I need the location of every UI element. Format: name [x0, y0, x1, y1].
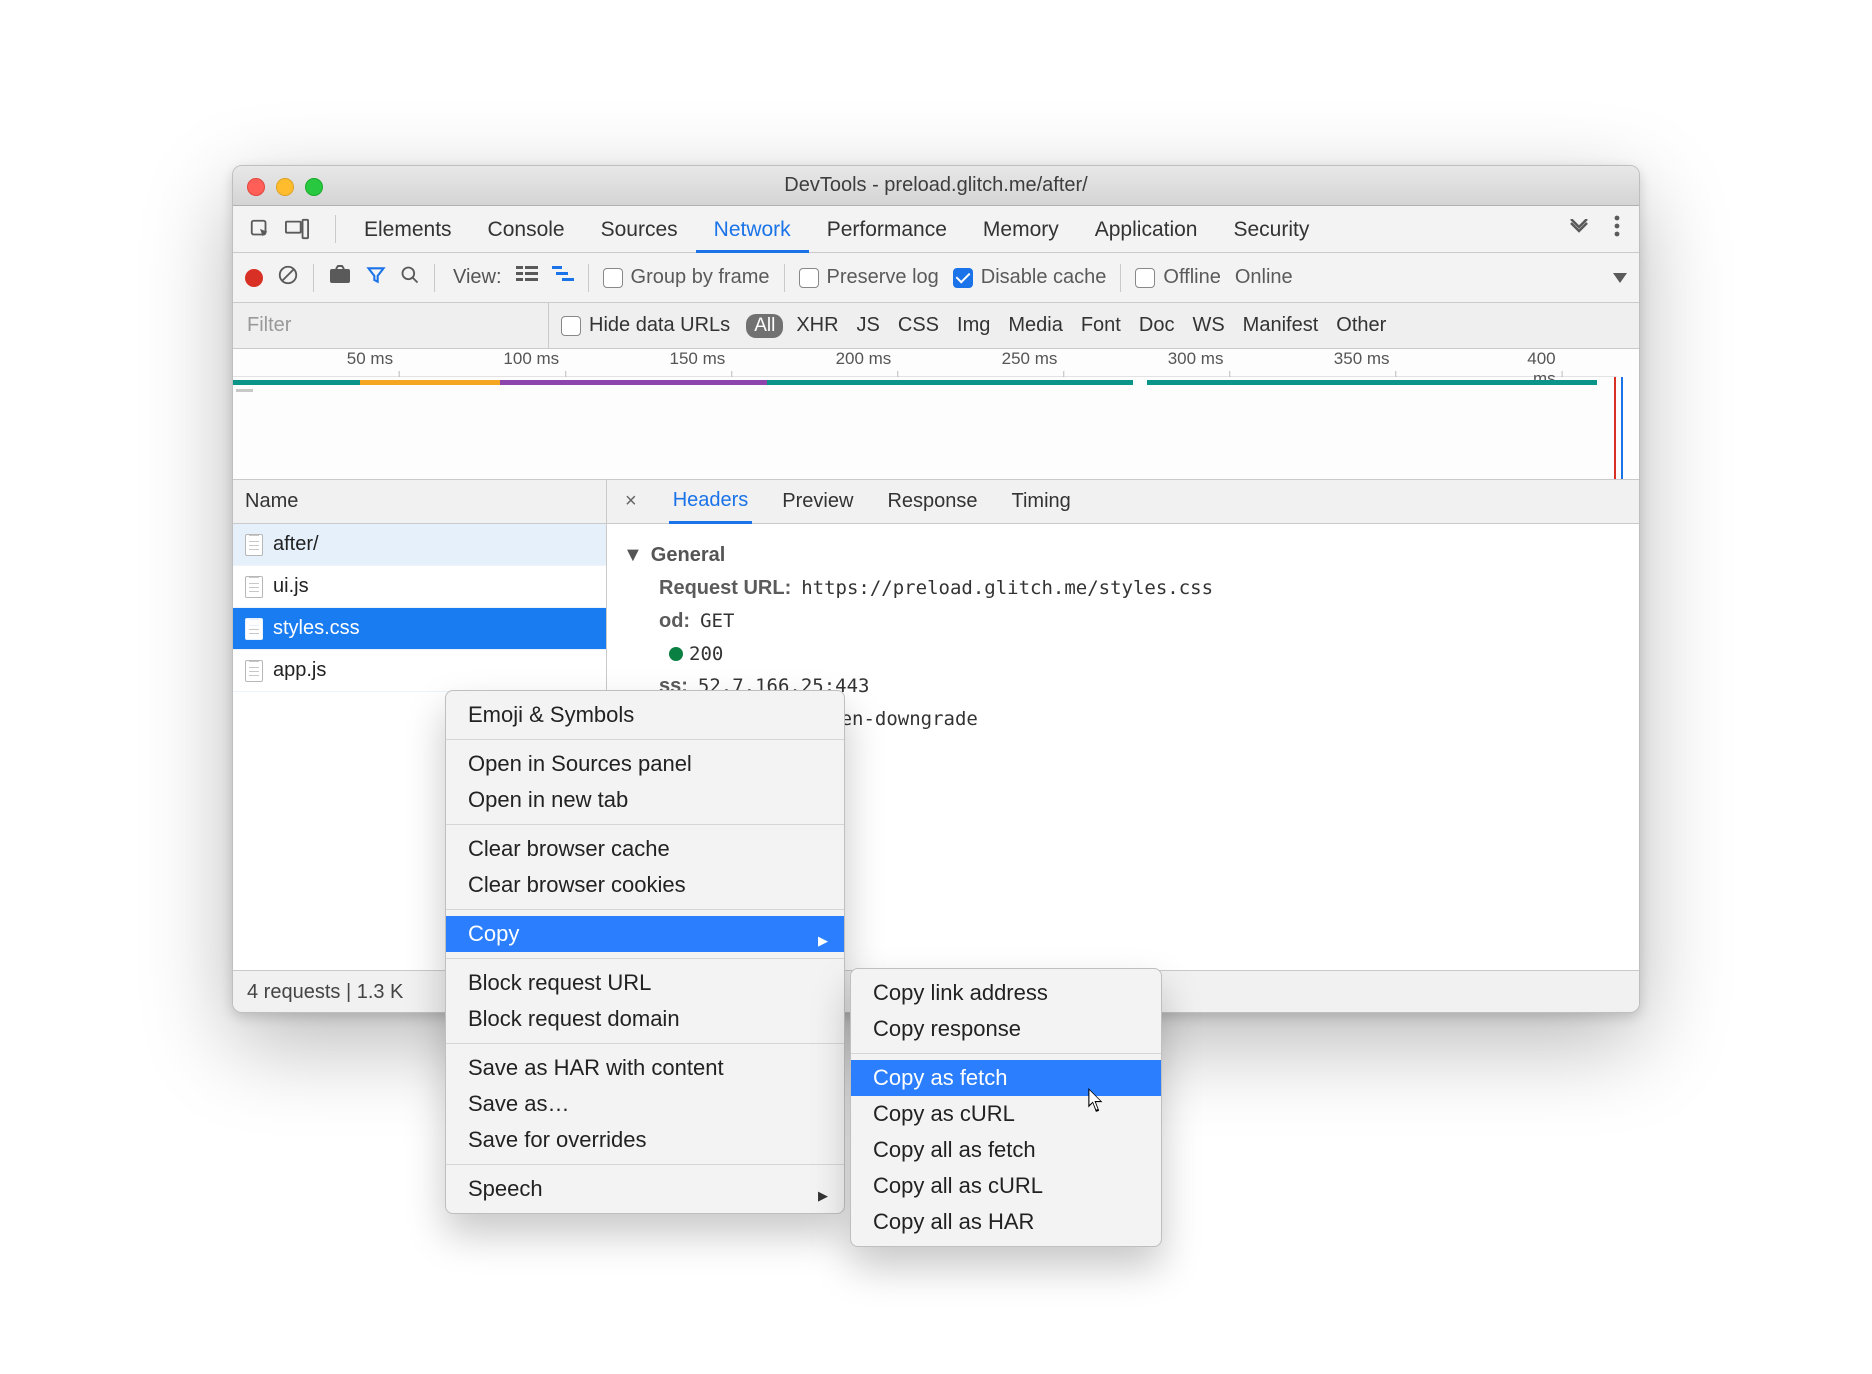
- filter-type-all[interactable]: All: [746, 314, 783, 338]
- menu-block-domain[interactable]: Block request domain: [446, 1001, 844, 1037]
- tick: 150 ms: [669, 349, 731, 377]
- filter-type-media[interactable]: Media: [999, 314, 1071, 337]
- status-code: 200: [659, 643, 1617, 665]
- filter-input[interactable]: [233, 303, 549, 349]
- close-detail-icon[interactable]: ×: [619, 490, 643, 513]
- clear-icon[interactable]: [277, 264, 299, 292]
- menu-clear-cache[interactable]: Clear browser cache: [446, 831, 844, 867]
- menu-copy-all-fetch[interactable]: Copy all as fetch: [851, 1132, 1161, 1168]
- offline-toggle[interactable]: Offline: [1135, 266, 1220, 289]
- copy-submenu: Copy link address Copy response Copy as …: [850, 968, 1162, 1247]
- tab-performance[interactable]: Performance: [809, 206, 965, 253]
- disable-cache[interactable]: Disable cache: [953, 266, 1107, 289]
- tab-sources[interactable]: Sources: [583, 206, 696, 253]
- record-button[interactable]: [245, 269, 263, 287]
- timeline-overview[interactable]: 50 ms 100 ms 150 ms 200 ms 250 ms 300 ms…: [233, 349, 1639, 480]
- large-rows-icon[interactable]: [516, 266, 538, 290]
- menu-copy[interactable]: Copy: [446, 916, 844, 952]
- tick: 300 ms: [1168, 349, 1230, 377]
- filter-type-css[interactable]: CSS: [889, 314, 948, 337]
- name-column-header[interactable]: Name: [233, 480, 606, 524]
- request-method: od:GET: [659, 610, 1617, 633]
- menu-save-har[interactable]: Save as HAR with content: [446, 1050, 844, 1086]
- tick: 50 ms: [347, 349, 399, 377]
- filter-type-ws[interactable]: WS: [1183, 314, 1233, 337]
- request-url: Request URL:https://preload.glitch.me/st…: [659, 577, 1617, 600]
- status-ok-icon: [669, 647, 683, 661]
- filter-bar: Hide data URLs All XHR JS CSS Img Media …: [233, 303, 1639, 349]
- request-row[interactable]: ui.js: [233, 566, 606, 608]
- general-section[interactable]: ▼ General: [623, 544, 1617, 567]
- filter-type-font[interactable]: Font: [1072, 314, 1130, 337]
- preserve-log[interactable]: Preserve log: [799, 266, 939, 289]
- kebab-menu-icon[interactable]: [1613, 215, 1621, 243]
- panel-tabs: Elements Console Sources Network Perform…: [233, 206, 1639, 253]
- filter-type-other[interactable]: Other: [1327, 314, 1395, 337]
- menu-copy-all-har[interactable]: Copy all as HAR: [851, 1204, 1161, 1240]
- filter-type-manifest[interactable]: Manifest: [1234, 314, 1328, 337]
- document-icon: [245, 660, 263, 682]
- document-icon: [245, 534, 263, 556]
- filter-type-xhr[interactable]: XHR: [787, 314, 847, 337]
- menu-copy-response[interactable]: Copy response: [851, 1011, 1161, 1047]
- group-by-frame[interactable]: Group by frame: [603, 266, 770, 289]
- filter-type-doc[interactable]: Doc: [1130, 314, 1184, 337]
- devtools-window: DevTools - preload.glitch.me/after/ Elem…: [232, 165, 1640, 1013]
- request-row[interactable]: styles.css: [233, 608, 606, 650]
- menu-clear-cookies[interactable]: Clear browser cookies: [446, 867, 844, 903]
- tab-memory[interactable]: Memory: [965, 206, 1077, 253]
- menu-block-url[interactable]: Block request URL: [446, 965, 844, 1001]
- filter-type-img[interactable]: Img: [948, 314, 999, 337]
- status-summary: 4 requests | 1.3 K: [247, 981, 403, 1004]
- more-tabs-icon[interactable]: [1567, 218, 1591, 241]
- menu-copy-link[interactable]: Copy link address: [851, 975, 1161, 1011]
- tab-network[interactable]: Network: [696, 206, 809, 253]
- capture-screenshot-icon[interactable]: [328, 265, 352, 291]
- tick: 400 ms: [1506, 349, 1561, 377]
- menu-save-as[interactable]: Save as…: [446, 1086, 844, 1122]
- menu-copy-all-curl[interactable]: Copy all as cURL: [851, 1168, 1161, 1204]
- detail-tabs: × Headers Preview Response Timing: [607, 480, 1639, 524]
- menu-open-in-sources[interactable]: Open in Sources panel: [446, 746, 844, 782]
- document-icon: [245, 618, 263, 640]
- tab-security[interactable]: Security: [1215, 206, 1327, 253]
- throttling-select[interactable]: Online: [1235, 266, 1293, 289]
- cursor-icon: [1088, 1088, 1106, 1114]
- tab-application[interactable]: Application: [1077, 206, 1216, 253]
- window-title: DevTools - preload.glitch.me/after/: [233, 174, 1639, 197]
- tick: 100 ms: [503, 349, 565, 377]
- disclosure-triangle-icon: ▼: [623, 544, 643, 567]
- menu-copy-as-fetch[interactable]: Copy as fetch: [851, 1060, 1161, 1096]
- tick: 200 ms: [836, 349, 898, 377]
- inspect-icon[interactable]: [249, 218, 271, 240]
- tick: 250 ms: [1002, 349, 1064, 377]
- request-row[interactable]: app.js: [233, 650, 606, 692]
- filter-icon[interactable]: [366, 265, 386, 291]
- menu-open-in-new-tab[interactable]: Open in new tab: [446, 782, 844, 818]
- view-label: View:: [453, 266, 502, 289]
- tab-response[interactable]: Response: [883, 480, 981, 524]
- tab-preview[interactable]: Preview: [778, 480, 857, 524]
- context-menu: Emoji & Symbols Open in Sources panel Op…: [445, 690, 845, 1214]
- document-icon: [245, 576, 263, 598]
- menu-emoji-symbols[interactable]: Emoji & Symbols: [446, 697, 844, 733]
- network-split: Name after/ ui.js styles.css app.js × He…: [233, 480, 1639, 970]
- network-toolbar: View: Group by frame Preserve log Disabl…: [233, 253, 1639, 303]
- tab-timing[interactable]: Timing: [1008, 480, 1075, 524]
- waterfall-icon[interactable]: [552, 266, 574, 290]
- tab-elements[interactable]: Elements: [346, 206, 470, 253]
- hide-data-urls[interactable]: Hide data URLs: [549, 314, 742, 337]
- search-icon[interactable]: [400, 265, 420, 291]
- menu-copy-as-curl[interactable]: Copy as cURL: [851, 1096, 1161, 1132]
- device-toolbar-icon[interactable]: [285, 218, 309, 240]
- filter-type-js[interactable]: JS: [848, 314, 889, 337]
- drawer-toggle-icon[interactable]: [1613, 266, 1627, 289]
- titlebar: DevTools - preload.glitch.me/after/: [233, 166, 1639, 206]
- tick: 350 ms: [1334, 349, 1396, 377]
- tab-headers[interactable]: Headers: [669, 480, 753, 524]
- menu-speech[interactable]: Speech: [446, 1171, 844, 1207]
- request-row[interactable]: after/: [233, 524, 606, 566]
- tab-console[interactable]: Console: [470, 206, 583, 253]
- menu-save-overrides[interactable]: Save for overrides: [446, 1122, 844, 1158]
